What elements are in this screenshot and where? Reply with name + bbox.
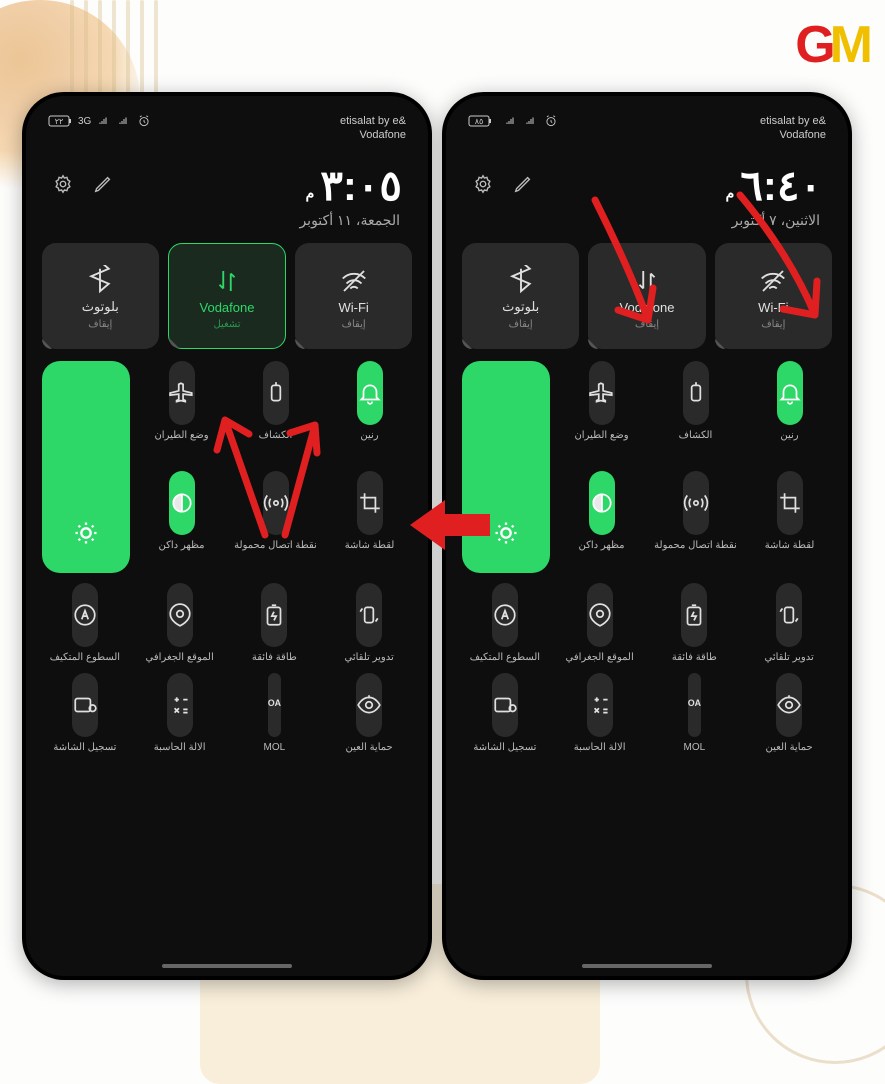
- logo-g: G: [795, 16, 829, 74]
- top-tile-bt[interactable]: بلوتوث إيقاف: [42, 243, 159, 349]
- tile-status: إيقاف: [342, 319, 366, 330]
- tile-label: طاقة فائقة: [252, 652, 297, 663]
- svg-text:٨٥: ٨٥: [475, 117, 484, 126]
- tile-rec[interactable]: [72, 673, 98, 737]
- net-label: 3G: [78, 116, 91, 127]
- tile-label: السطوع المتكيف: [470, 652, 540, 663]
- tile-plane[interactable]: [589, 361, 615, 425]
- signal-icon-2: [524, 115, 538, 127]
- tile-name: Vodafone: [200, 300, 255, 315]
- tile-label: تسجيل الشاشة: [53, 742, 116, 753]
- tile-loc[interactable]: [167, 583, 193, 647]
- tile-label: الموقع الجغرافي: [146, 652, 214, 663]
- battery-icon: ٨٥: [468, 115, 492, 127]
- tile-label: حماية العين: [766, 742, 813, 753]
- tile-label: وضع الطيران: [154, 430, 208, 441]
- tile-status: إيقاف: [88, 319, 112, 330]
- tile-label: رنين: [780, 430, 798, 441]
- battery-icon: ٢٢: [48, 115, 72, 127]
- tile-calc[interactable]: [167, 673, 193, 737]
- tile-crop[interactable]: [777, 471, 803, 535]
- tile-rec[interactable]: [492, 673, 518, 737]
- ampm: م: [306, 185, 315, 202]
- tile-loc[interactable]: [587, 583, 613, 647]
- tile-status: إيقاف: [509, 319, 533, 330]
- tile-plane[interactable]: [169, 361, 195, 425]
- tile-label: الكشاف: [679, 430, 713, 441]
- tile-label: حماية العين: [346, 742, 393, 753]
- tile-eye[interactable]: [776, 673, 802, 737]
- tile-label: وضع الطيران: [574, 430, 628, 441]
- alarm-icon: [137, 114, 151, 128]
- status-bar: ٢٢ 3G etisalat by e& Vodafone: [38, 108, 416, 145]
- tile-mol[interactable]: ᴼᴬ: [268, 673, 281, 737]
- tile-battery[interactable]: [681, 583, 707, 647]
- carrier-label: etisalat by e& Vodafone: [760, 114, 826, 143]
- annotation-arrow-2: [580, 190, 710, 355]
- tile-name: بلوتوث: [82, 299, 119, 315]
- tile-crop[interactable]: [357, 471, 383, 535]
- tile-rotate[interactable]: [776, 583, 802, 647]
- tile-dark[interactable]: [169, 471, 195, 535]
- tile-label: نقطة اتصال محمولة: [654, 540, 737, 551]
- tile-bell[interactable]: [357, 361, 383, 425]
- settings-button[interactable]: [472, 173, 494, 200]
- tile-label: تدوير تلقائي: [765, 652, 814, 663]
- tile-label: السطوع المتكيف: [50, 652, 120, 663]
- top-tile-wifi[interactable]: Wi-Fi إيقاف: [295, 243, 412, 349]
- home-indicator[interactable]: [162, 964, 292, 968]
- tile-name: Wi-Fi: [339, 300, 369, 315]
- tile-torch[interactable]: [683, 361, 709, 425]
- tile-battery[interactable]: [261, 583, 287, 647]
- brightness-slider[interactable]: [42, 361, 130, 573]
- top-tile-data[interactable]: Vodafone تشغيل: [168, 243, 287, 349]
- tile-label: طاقة فائقة: [672, 652, 717, 663]
- tile-auto[interactable]: [72, 583, 98, 647]
- tile-label: تسجيل الشاشة: [473, 742, 536, 753]
- logo-m: M: [830, 16, 867, 74]
- tile-label: لقطة شاشة: [345, 540, 395, 551]
- tile-label: الالة الحاسبة: [154, 742, 206, 753]
- tile-auto[interactable]: [492, 583, 518, 647]
- logo: GM: [795, 15, 867, 75]
- tile-calc[interactable]: [587, 673, 613, 737]
- tile-label: الموقع الجغرافي: [566, 652, 634, 663]
- settings-button[interactable]: [52, 173, 74, 200]
- tile-bell[interactable]: [777, 361, 803, 425]
- date: الجمعة، ١١ أكتوبر: [38, 210, 416, 243]
- annotation-arrow-3: [720, 185, 860, 350]
- status-bar: ٨٥ etisalat by e& Vodafone: [458, 108, 836, 145]
- tile-eye[interactable]: [356, 673, 382, 737]
- tile-label: MOL: [684, 742, 706, 753]
- tile-label: تدوير تلقائي: [345, 652, 394, 663]
- tile-label: مظهر داكن: [578, 540, 624, 551]
- annotation-arrow-left: [410, 490, 490, 565]
- time: ٣:٠٥: [320, 161, 402, 210]
- clock: ٣:٠٥ م: [306, 161, 402, 210]
- alarm-icon: [544, 114, 558, 128]
- tile-status: تشغيل: [213, 319, 240, 330]
- annotation-arrow-1: [205, 400, 325, 545]
- tile-label: مظهر داكن: [158, 540, 204, 551]
- tile-label: الالة الحاسبة: [574, 742, 626, 753]
- top-tile-bt[interactable]: بلوتوث إيقاف: [462, 243, 579, 349]
- svg-text:٢٢: ٢٢: [55, 117, 64, 126]
- signal-icon: [97, 115, 111, 127]
- tile-hotspot[interactable]: [683, 471, 709, 535]
- signal-icon-2: [117, 115, 131, 127]
- tile-dark[interactable]: [589, 471, 615, 535]
- edit-button[interactable]: [512, 173, 534, 200]
- tile-label: MOL: [264, 742, 286, 753]
- tile-label: لقطة شاشة: [765, 540, 815, 551]
- tile-rotate[interactable]: [356, 583, 382, 647]
- signal-icon: [504, 115, 518, 127]
- carrier-label: etisalat by e& Vodafone: [340, 114, 406, 143]
- tile-name: بلوتوث: [502, 299, 539, 315]
- tile-label: رنين: [360, 430, 378, 441]
- tile-mol[interactable]: ᴼᴬ: [688, 673, 701, 737]
- home-indicator[interactable]: [582, 964, 712, 968]
- edit-button[interactable]: [92, 173, 114, 200]
